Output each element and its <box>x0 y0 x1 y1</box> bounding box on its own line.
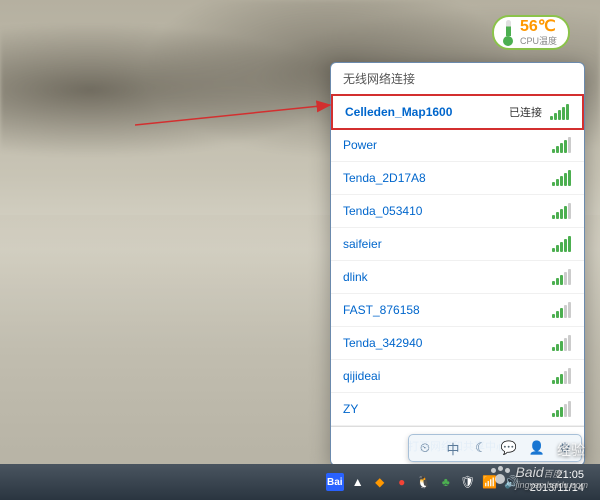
watermark-sub: 百度 <box>543 469 561 479</box>
wifi-network-item[interactable]: saifeier <box>331 228 584 261</box>
person-icon[interactable]: 👤 <box>527 438 547 458</box>
wifi-network-name: Tenda_053410 <box>343 204 552 218</box>
wifi-network-name: Tenda_2D17A8 <box>343 171 552 185</box>
wifi-signal-icon <box>552 137 572 153</box>
watermark-url: jingyan.baidu.com <box>515 480 588 490</box>
tray-icon[interactable]: ◆ <box>372 474 388 490</box>
cpu-temp-value: 56℃ <box>520 19 557 35</box>
wifi-popup-header: 无线网络连接 <box>331 63 584 95</box>
wifi-network-name: saifeier <box>343 237 552 251</box>
wifi-network-name: FAST_876158 <box>343 303 552 317</box>
watermark: Baid百度 jingyan.baidu.com <box>489 464 588 490</box>
tray-icon[interactable]: ♣ <box>438 474 454 490</box>
wifi-signal-icon <box>552 236 572 252</box>
moon-icon[interactable]: ☾ <box>471 438 491 458</box>
wifi-signal-icon <box>552 335 572 351</box>
ime-toolbar[interactable]: ⏲中☾💬👤⚙ <box>408 434 582 462</box>
wifi-signal-icon <box>552 203 572 219</box>
wifi-signal-icon <box>550 104 570 120</box>
qq-tray-icon[interactable]: 🐧 <box>416 474 432 490</box>
wifi-network-name: Power <box>343 138 552 152</box>
wifi-network-item[interactable]: Power <box>331 129 584 162</box>
wifi-network-item[interactable]: dlink <box>331 261 584 294</box>
wifi-network-item[interactable]: Tenda_342940 <box>331 327 584 360</box>
wifi-signal-icon <box>552 170 572 186</box>
wifi-network-item[interactable]: Tenda_053410 <box>331 195 584 228</box>
wifi-network-item[interactable]: Tenda_2D17A8 <box>331 162 584 195</box>
wifi-network-name: dlink <box>343 270 552 284</box>
tray-icon[interactable]: ● <box>394 474 410 490</box>
cpu-temp-widget[interactable]: 56℃ CPU温度 <box>492 15 570 50</box>
wifi-connected-status: 已连接 <box>509 104 542 120</box>
wifi-signal-icon <box>552 269 572 285</box>
wifi-network-item[interactable]: qijideai <box>331 360 584 393</box>
clock-icon[interactable]: ⏲ <box>415 438 435 458</box>
wifi-network-name: qijideai <box>343 369 552 383</box>
wifi-signal-icon <box>552 302 572 318</box>
wifi-network-item[interactable]: FAST_876158 <box>331 294 584 327</box>
tray-icon[interactable]: 🛡 <box>460 474 476 490</box>
wifi-network-name: Tenda_342940 <box>343 336 552 350</box>
wifi-network-item[interactable]: ZY <box>331 393 584 426</box>
zhong-icon[interactable]: 中 <box>443 438 463 458</box>
tray-icon[interactable]: ▲ <box>350 474 366 490</box>
wifi-network-item[interactable]: Celleden_Map1600已连接 <box>331 94 584 130</box>
watermark-brand: Baid <box>515 464 543 480</box>
baidu-tray-icon[interactable]: Bai <box>326 473 344 491</box>
wifi-popup: 无线网络连接 Celleden_Map1600已连接 Power Tenda_2D1… <box>330 62 585 466</box>
bubble-icon[interactable]: 💬 <box>499 438 519 458</box>
cpu-temp-label: CPU温度 <box>520 37 557 46</box>
wifi-signal-icon <box>552 368 572 384</box>
watermark-label: 经验 <box>557 440 585 460</box>
wifi-network-list: Celleden_Map1600已连接 Power Tenda_2D17A8 Tend… <box>331 94 584 426</box>
paw-icon <box>489 466 511 488</box>
wifi-signal-icon <box>552 401 572 417</box>
wifi-network-name: Celleden_Map1600 <box>345 105 509 119</box>
wifi-network-name: ZY <box>343 402 552 416</box>
thermometer-icon <box>500 20 516 46</box>
